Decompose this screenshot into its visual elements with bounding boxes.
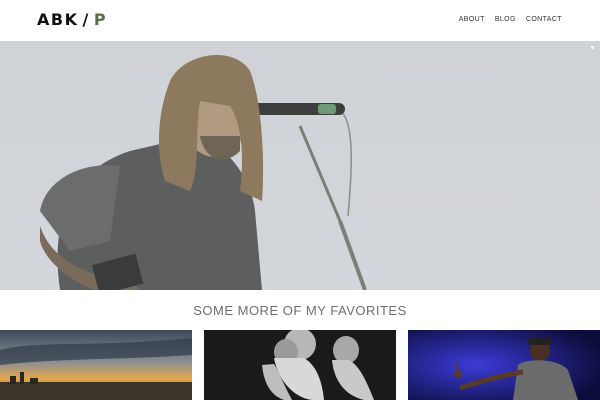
performer-stage-image bbox=[408, 330, 600, 400]
city-sunset-image bbox=[0, 330, 192, 400]
nav-blog[interactable]: BLOG bbox=[495, 16, 516, 23]
logo-separator: / bbox=[82, 10, 90, 29]
site-logo[interactable]: ABK / P bbox=[37, 10, 107, 29]
slider-indicator[interactable] bbox=[591, 46, 594, 49]
hero-image bbox=[0, 41, 600, 290]
site-header: ABK / P ABOUT BLOG CONTACT bbox=[0, 0, 600, 41]
logo-accent: P bbox=[93, 10, 108, 29]
favorites-gallery bbox=[0, 330, 600, 400]
logo-text: ABK bbox=[37, 10, 79, 29]
singer-microphone-image bbox=[40, 54, 367, 290]
main-nav: ABOUT BLOG CONTACT bbox=[459, 16, 562, 23]
favorite-thumb-city-sunset[interactable] bbox=[0, 330, 192, 400]
bearded-portrait-image bbox=[204, 330, 396, 400]
nav-contact[interactable]: CONTACT bbox=[526, 16, 562, 23]
nav-about[interactable]: ABOUT bbox=[459, 16, 485, 23]
favorite-thumb-bearded-portrait[interactable] bbox=[204, 330, 396, 400]
favorite-thumb-performer[interactable] bbox=[408, 330, 600, 400]
favorites-heading: SOME MORE OF MY FAVORITES bbox=[193, 303, 407, 318]
